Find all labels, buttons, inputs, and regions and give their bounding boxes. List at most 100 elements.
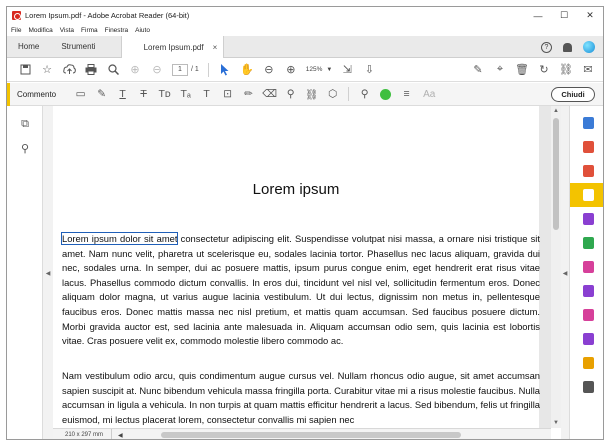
scrollbar-thumb[interactable]	[553, 118, 559, 230]
status-bar: 210 x 297 mm ◀	[53, 428, 551, 439]
color-picker-swatch[interactable]	[380, 88, 392, 100]
export-pdf-tool[interactable]	[570, 111, 603, 135]
menu-file[interactable]: File	[11, 27, 21, 34]
print-icon[interactable]	[80, 60, 102, 80]
cloud-upload-icon[interactable]	[58, 60, 80, 80]
organize-pages-tool[interactable]	[570, 135, 603, 159]
strikethrough-text-icon[interactable]: T	[133, 84, 154, 104]
tab-home[interactable]: Home	[7, 36, 50, 57]
menu-vista[interactable]: Vista	[60, 27, 74, 34]
hand-tool-icon[interactable]: ✋	[236, 60, 258, 80]
sign-pen-icon[interactable]: ✎	[467, 60, 489, 80]
compress-pdf-tool[interactable]	[570, 255, 603, 279]
underline-text-icon[interactable]: T	[112, 84, 133, 104]
menu-modifica[interactable]: Modifica	[28, 27, 52, 34]
add-text-icon[interactable]: T	[196, 84, 217, 104]
title-bar: Lorem Ipsum.pdf - Adobe Acrobat Reader (…	[7, 7, 603, 24]
page-number-input[interactable]: 1	[172, 63, 188, 76]
save-icon[interactable]	[14, 60, 36, 80]
maximize-button[interactable]: ☐	[551, 7, 577, 24]
tab-close-icon[interactable]: ×	[213, 43, 218, 52]
share-tool[interactable]	[570, 327, 603, 351]
acrobat-app-icon	[12, 11, 21, 20]
window-controls: — ☐ ✕	[525, 7, 603, 24]
previous-page-icon[interactable]: ⊕	[124, 60, 146, 80]
edit-pdf-tool[interactable]	[570, 231, 603, 255]
scroll-mode-icon[interactable]: ⇩	[358, 60, 380, 80]
protect-tool[interactable]	[570, 303, 603, 327]
comment-accent-bar	[7, 82, 10, 106]
close-comment-button[interactable]: Chiudi	[551, 87, 595, 102]
protect-icon	[582, 309, 594, 321]
minimize-button[interactable]: —	[525, 7, 551, 24]
tab-document[interactable]: Lorem Ipsum.pdf ×	[120, 36, 225, 58]
menu-bar: File Modifica Vista Firma Finestra Aiuto	[7, 24, 603, 36]
scroll-left-arrow-icon[interactable]: ◀	[118, 432, 123, 439]
line-weight-icon[interactable]: ≡	[396, 84, 417, 104]
zoom-search-icon[interactable]	[102, 60, 124, 80]
eraser-icon[interactable]: ⌫	[259, 84, 280, 104]
right-tools-panel	[569, 106, 603, 439]
stamp-tool[interactable]	[570, 351, 603, 375]
insert-text-icon[interactable]: Tₐ	[175, 84, 196, 104]
menu-finestra[interactable]: Finestra	[105, 27, 128, 34]
highlighted-selection[interactable]: Lorem ipsum dolor sit amet	[60, 232, 179, 245]
more-tools-tool[interactable]	[570, 375, 603, 399]
next-page-icon[interactable]: ⊖	[146, 60, 168, 80]
scroll-down-arrow-icon[interactable]: ▼	[551, 418, 561, 428]
pin-icon[interactable]: ⚲	[354, 84, 375, 104]
scroll-up-arrow-icon[interactable]: ▲	[551, 106, 561, 116]
tabbar-right-controls: ?	[541, 36, 595, 58]
horizontal-scrollbar-thumb[interactable]	[161, 432, 461, 438]
zoom-level-value: 125%	[305, 66, 323, 73]
stamp-dropdown-icon[interactable]: ⚲	[280, 84, 301, 104]
fill-sign-icon	[582, 285, 594, 297]
right-panel-toggle[interactable]: ◀	[561, 106, 569, 439]
zoom-in-icon[interactable]: ⊕	[280, 60, 302, 80]
document-paragraph-1: Lorem ipsum dolor sit amet consectetur a…	[60, 232, 540, 349]
tab-document-label: Lorem Ipsum.pdf	[143, 42, 204, 52]
close-window-button[interactable]: ✕	[577, 7, 603, 24]
sticky-note-icon[interactable]: ▭	[70, 84, 91, 104]
zoom-level-dropdown[interactable]: 125% ▼	[302, 66, 337, 73]
document-viewport[interactable]: Lorem ipsum Lorem ipsum dolor sit amet c…	[53, 106, 551, 428]
tab-strumenti[interactable]: Strumenti	[50, 36, 106, 57]
attachments-paperclip-icon[interactable]: ⚲	[7, 136, 43, 160]
email-icon[interactable]: ✉	[577, 60, 599, 80]
compress-pdf-icon	[582, 261, 594, 273]
highlighter-icon[interactable]: ✎	[91, 84, 112, 104]
acrobat-window: Lorem Ipsum.pdf - Adobe Acrobat Reader (…	[6, 6, 604, 440]
attach-file-icon[interactable]: ⛓	[301, 84, 322, 104]
page-thumbnails-icon[interactable]: ⧉	[7, 112, 43, 136]
replace-text-icon[interactable]: Tᴅ	[154, 84, 175, 104]
left-panel-toggle[interactable]: ◀	[43, 106, 53, 439]
combine-files-tool[interactable]	[570, 207, 603, 231]
page-fit-icon[interactable]: ⇲	[336, 60, 358, 80]
combine-files-icon	[582, 213, 594, 225]
select-cursor-icon[interactable]	[214, 60, 236, 80]
link-icon[interactable]: ⛓	[555, 60, 577, 80]
shapes-dropdown-icon[interactable]: ⬡	[322, 84, 343, 104]
stamp-tool-icon[interactable]: ⌖	[489, 60, 511, 80]
text-box-icon[interactable]: ⊡	[217, 84, 238, 104]
vertical-scrollbar[interactable]: ▲ ▼	[551, 106, 561, 428]
rotate-icon[interactable]: ↻	[533, 60, 555, 80]
create-pdf-tool[interactable]	[570, 159, 603, 183]
notifications-bell-icon[interactable]	[563, 42, 572, 52]
comment-toolbar: Commento ▭ ✎ T T Tᴅ Tₐ T ⊡ ✏ ⌫ ⚲ ⛓ ⬡ ⚲ ≡…	[7, 82, 603, 106]
zoom-out-icon[interactable]: ⊖	[258, 60, 280, 80]
comment-tool[interactable]	[570, 183, 603, 207]
comment-toolbar-divider	[348, 87, 350, 101]
font-size-icon[interactable]: Aa	[423, 89, 435, 100]
menu-aiuto[interactable]: Aiuto	[135, 27, 150, 34]
help-icon[interactable]: ?	[541, 41, 552, 53]
menu-firma[interactable]: Firma	[81, 27, 98, 34]
account-avatar[interactable]	[583, 41, 595, 53]
export-pdf-icon	[582, 117, 594, 129]
bookmark-star-icon[interactable]: ☆	[36, 60, 58, 80]
stamp-icon	[582, 357, 594, 369]
pencil-draw-icon[interactable]: ✏	[238, 84, 259, 104]
share-icon	[582, 333, 594, 345]
fill-sign-tool[interactable]	[570, 279, 603, 303]
delete-trash-icon[interactable]: 🗑	[511, 60, 533, 80]
